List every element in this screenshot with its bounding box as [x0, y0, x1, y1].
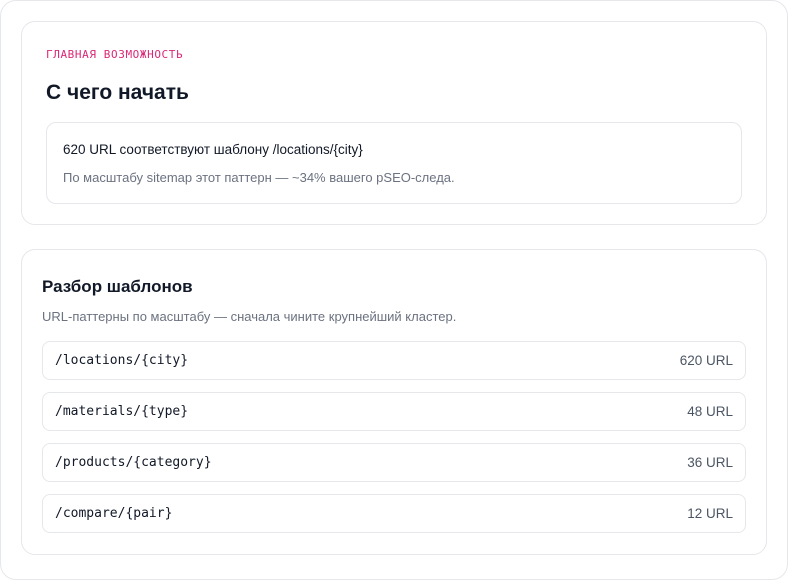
pattern-count: 48 URL — [687, 404, 733, 419]
pattern-list: /locations/{city} 620 URL /materials/{ty… — [42, 341, 746, 533]
pattern-path: /locations/{city} — [55, 353, 189, 368]
pattern-path: /compare/{pair} — [55, 506, 173, 521]
pattern-row-products[interactable]: /products/{category} 36 URL — [42, 443, 746, 482]
top-feature-card: ГЛАВНАЯ ВОЗМОЖНОСТЬ С чего начать 620 UR… — [21, 21, 767, 225]
pattern-count: 12 URL — [687, 506, 733, 521]
insight-box: 620 URL соответствуют шаблону /locations… — [46, 122, 742, 204]
pattern-row-compare[interactable]: /compare/{pair} 12 URL — [42, 494, 746, 533]
pattern-row-locations[interactable]: /locations/{city} 620 URL — [42, 341, 746, 380]
breakdown-title: Разбор шаблонов — [42, 277, 193, 296]
pattern-path: /products/{category} — [55, 455, 212, 470]
pattern-path: /materials/{type} — [55, 404, 189, 419]
breakdown-subtitle: URL-паттерны по масштабу — сначала чинит… — [42, 309, 457, 324]
pattern-count: 620 URL — [679, 353, 733, 368]
pattern-row-materials[interactable]: /materials/{type} 48 URL — [42, 392, 746, 431]
insight-sub-text: По масштабу sitemap этот паттерн — ~34% … — [63, 170, 455, 185]
insight-main-text: 620 URL соответствуют шаблону /locations… — [63, 142, 363, 157]
feature-title: С чего начать — [46, 81, 189, 104]
pattern-count: 36 URL — [687, 455, 733, 470]
page-container: ГЛАВНАЯ ВОЗМОЖНОСТЬ С чего начать 620 UR… — [0, 0, 788, 580]
feature-eyebrow: ГЛАВНАЯ ВОЗМОЖНОСТЬ — [46, 48, 184, 61]
template-breakdown-card: Разбор шаблонов URL-паттерны по масштабу… — [21, 249, 767, 555]
